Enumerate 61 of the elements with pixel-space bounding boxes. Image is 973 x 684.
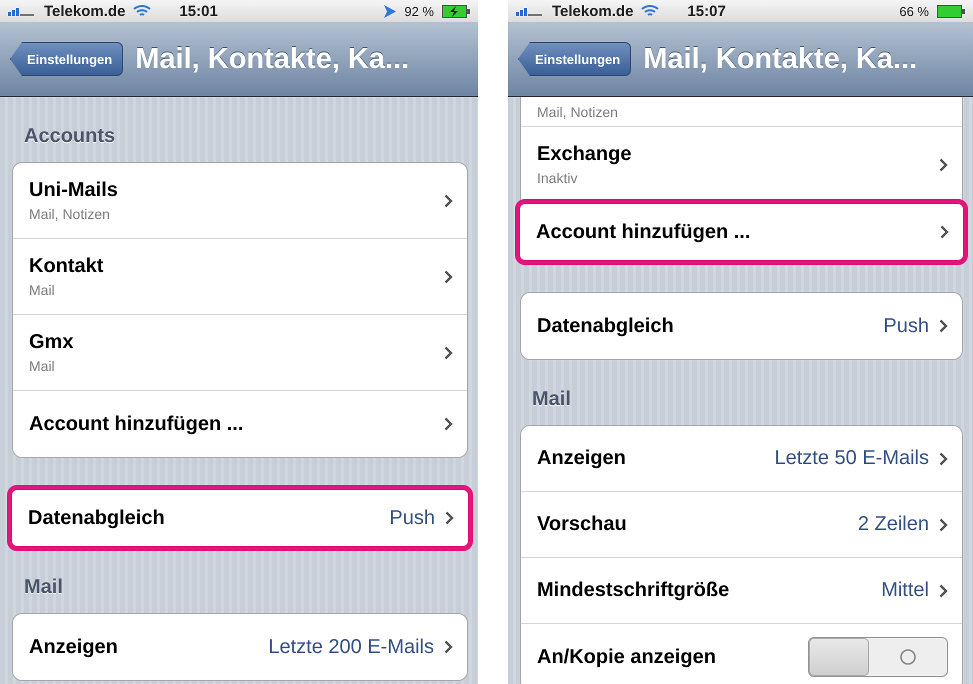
circle-icon [899, 648, 917, 666]
status-time: 15:01 [179, 2, 218, 20]
signal-icon [8, 6, 36, 16]
toggle-switch[interactable] [808, 637, 948, 677]
row-subtitle: Mail [29, 282, 56, 298]
row-title: An/Kopie anzeigen [537, 646, 717, 668]
chevron-icon [939, 158, 948, 172]
row-value: Letzte 200 E-Mails [268, 636, 434, 658]
chevron-icon [444, 640, 453, 654]
settings-row[interactable]: Anzeigen Letzte 200 E-Mails [13, 614, 467, 680]
back-button[interactable]: Einstellungen [518, 42, 632, 76]
section-header: Accounts [23, 124, 116, 149]
section-header: Mail [23, 575, 64, 600]
nav-title: Mail, Kontakte, Ka... [135, 42, 410, 76]
chevron-icon [444, 346, 453, 360]
chevron-icon [939, 452, 948, 466]
signal-icon [516, 6, 544, 16]
settings-row[interactable]: Anzeigen Letzte 50 E-Mails [521, 426, 962, 492]
battery-percent: 92 % [404, 4, 434, 18]
chevron-icon [444, 270, 453, 284]
row-title: Datenabgleich [537, 314, 675, 338]
row-title: Exchange [537, 143, 632, 166]
row-title: Uni-Mails [29, 179, 119, 202]
back-button[interactable]: Einstellungen [10, 42, 124, 76]
row-value: Mittel [881, 579, 929, 602]
row-value: Push [883, 314, 929, 338]
wifi-icon [641, 4, 660, 18]
row-subtitle: Mail, Notizen [537, 104, 618, 120]
chevron-icon [940, 225, 949, 239]
section-header: Mail [531, 387, 572, 412]
row-title: Vorschau [537, 513, 628, 536]
status-time: 15:07 [687, 2, 726, 20]
row-title: Account hinzufügen ... [536, 220, 752, 244]
chevron-icon [445, 511, 454, 525]
settings-row[interactable]: Datenabgleich Push [7, 485, 473, 551]
row-title: Mindestschriftgröße [537, 579, 730, 602]
row-subtitle: Mail [29, 358, 56, 374]
row-subtitle: Mail, Notizen [29, 206, 111, 222]
chevron-icon [444, 417, 453, 431]
nav-title: Mail, Kontakte, Ka... [643, 42, 918, 76]
battery-percent: 66 % [899, 4, 929, 18]
carrier-name: Telekom.de [552, 2, 634, 20]
settings-row[interactable]: Account hinzufügen ... [515, 199, 968, 265]
row-value: Letzte 50 E-Mails [774, 447, 929, 470]
settings-row[interactable]: Uni-Mails Mail, Notizen [13, 163, 467, 239]
chevron-icon [939, 319, 948, 333]
carrier-name: Telekom.de [44, 2, 126, 20]
chevron-icon [444, 194, 453, 208]
row-title: Gmx [29, 331, 74, 354]
settings-row[interactable]: Datenabgleich Push [521, 293, 962, 359]
row-value: 2 Zeilen [858, 513, 929, 536]
row-title: Anzeigen [537, 447, 627, 470]
row-title: Anzeigen [29, 636, 119, 658]
chevron-icon [939, 518, 948, 532]
row-title: Datenabgleich [28, 506, 166, 530]
row-title: Kontakt [29, 255, 104, 278]
chevron-icon [939, 584, 948, 598]
wifi-icon [133, 4, 152, 18]
row-subtitle: Inaktiv [537, 170, 578, 186]
row-title: Account hinzufügen ... [29, 412, 244, 436]
row-value: Push [389, 506, 435, 530]
